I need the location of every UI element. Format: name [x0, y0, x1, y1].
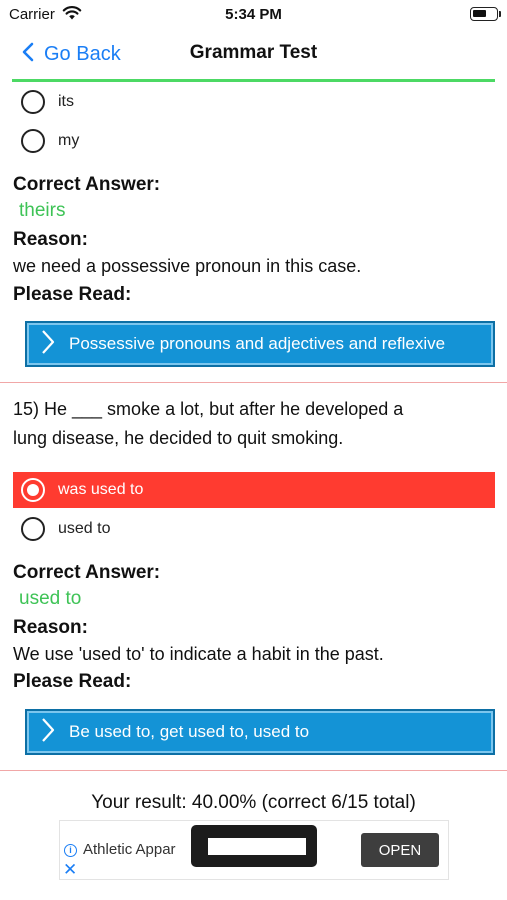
progress-line: [12, 79, 495, 82]
ad-open-button[interactable]: OPEN: [361, 833, 439, 867]
chevron-right-icon: [41, 329, 55, 360]
test-result: Your result: 40.00% (correct 6/15 total): [91, 792, 416, 813]
answer-option-used-to[interactable]: used to: [13, 511, 495, 547]
please-read-label: Please Read:: [13, 284, 132, 305]
ad-banner[interactable]: i Athletic Appar ✕ OPEN: [59, 820, 449, 880]
option-label: my: [58, 132, 80, 149]
close-icon[interactable]: ✕: [63, 861, 77, 878]
battery-icon: [470, 7, 498, 21]
question-divider: [0, 382, 507, 383]
answer-option-my[interactable]: my: [13, 123, 495, 159]
correct-answer-value: used to: [19, 588, 82, 609]
radio-button[interactable]: [21, 517, 45, 541]
read-link-label: Possessive pronouns and adjectives and r…: [69, 334, 446, 353]
question-line-2: lung disease, he decided to quit smoking…: [13, 428, 344, 448]
status-bar: Carrier 5:34 PM: [0, 0, 507, 30]
ad-overlay-field: [208, 838, 306, 855]
ad-overlay: [191, 825, 317, 867]
read-link-button-possessive-pronouns[interactable]: Possessive pronouns and adjectives and r…: [25, 321, 495, 367]
read-link-label: Be used to, get used to, used to: [69, 722, 310, 741]
radio-button[interactable]: [21, 129, 45, 153]
battery-cap: [499, 11, 501, 17]
correct-answer-value: theirs: [19, 200, 66, 221]
question-line-1: 15) He ___ smoke a lot, but after he dev…: [13, 399, 404, 419]
status-time: 5:34 PM: [225, 6, 282, 23]
question-divider: [0, 770, 507, 771]
question-text: 15) He ___ smoke a lot, but after he dev…: [13, 395, 495, 453]
radio-button-selected[interactable]: [21, 478, 45, 502]
correct-answer-label: Correct Answer:: [13, 562, 161, 583]
navigation-bar: Go Back Grammar Test: [0, 30, 507, 82]
answer-option-was-used-to[interactable]: was used to: [13, 472, 495, 508]
chevron-left-icon: [22, 42, 34, 67]
ad-text[interactable]: Athletic Appar: [83, 841, 176, 858]
go-back-label: Go Back: [44, 42, 121, 65]
reason-text: We use 'used to' to indicate a habit in …: [13, 644, 384, 664]
correct-answer-label: Correct Answer:: [13, 174, 161, 195]
option-label: used to: [58, 520, 111, 537]
please-read-label: Please Read:: [13, 671, 132, 692]
radio-button[interactable]: [21, 90, 45, 114]
chevron-right-icon: [41, 717, 55, 748]
answer-option-its[interactable]: its: [13, 84, 495, 120]
reason-label: Reason:: [13, 617, 88, 638]
reason-label: Reason:: [13, 229, 88, 250]
option-label: was used to: [58, 481, 144, 498]
reason-text: we need a possessive pronoun in this cas…: [13, 256, 362, 276]
read-link-button-used-to[interactable]: Be used to, get used to, used to: [25, 709, 495, 755]
option-label: its: [58, 93, 74, 110]
info-icon[interactable]: i: [64, 844, 77, 857]
go-back-button[interactable]: Go Back: [22, 40, 121, 68]
